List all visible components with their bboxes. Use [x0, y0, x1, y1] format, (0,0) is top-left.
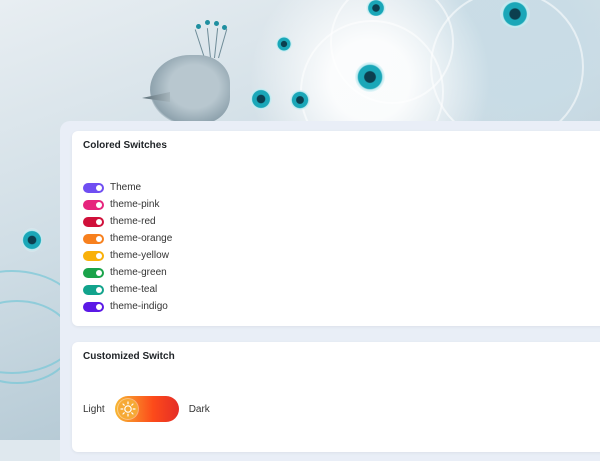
switch-label: Theme	[110, 182, 142, 193]
colored-switches-card: Colored Switches Theme theme-pink theme-re…	[72, 131, 600, 326]
switch-row: Theme	[83, 179, 172, 196]
card-title: Customized Switch	[83, 351, 175, 362]
switch-label: theme-teal	[110, 284, 158, 295]
switch-row: theme-pink	[83, 196, 172, 213]
toggle-switch[interactable]	[83, 284, 104, 295]
card-title: Colored Switches	[83, 140, 167, 151]
switch-row: theme-red	[83, 213, 172, 230]
toggle-switch[interactable]	[83, 233, 104, 244]
peacock-crest	[194, 20, 228, 59]
dark-label: Dark	[188, 403, 210, 415]
sun-icon	[120, 401, 136, 417]
toggle-switch[interactable]	[83, 182, 104, 193]
switch-row: theme-teal	[83, 281, 172, 298]
switch-list: Theme theme-pink theme-red theme-orange them…	[83, 179, 172, 315]
toggle-switch[interactable]	[83, 216, 104, 227]
toggle-switch[interactable]	[83, 267, 104, 278]
switch-label: theme-pink	[110, 199, 160, 210]
custom-switch-row: Light Dark	[83, 396, 210, 422]
toggle-switch[interactable]	[83, 250, 104, 261]
customized-switch-card: Customized Switch Light Dark	[72, 342, 600, 452]
switch-row: theme-indigo	[83, 298, 172, 315]
switch-label: theme-green	[110, 267, 167, 278]
switch-label: theme-red	[110, 216, 156, 227]
switch-label: theme-indigo	[110, 301, 168, 312]
switch-row: theme-orange	[83, 230, 172, 247]
switch-row: theme-green	[83, 264, 172, 281]
toggle-knob[interactable]	[117, 399, 138, 419]
toggle-switch[interactable]	[83, 301, 104, 312]
switch-label: theme-yellow	[110, 250, 169, 261]
light-dark-toggle[interactable]	[114, 396, 179, 422]
peacock-head	[150, 55, 230, 125]
toggle-switch[interactable]	[83, 199, 104, 210]
light-label: Light	[83, 403, 105, 415]
switch-row: theme-yellow	[83, 247, 172, 264]
switch-label: theme-orange	[110, 233, 173, 244]
